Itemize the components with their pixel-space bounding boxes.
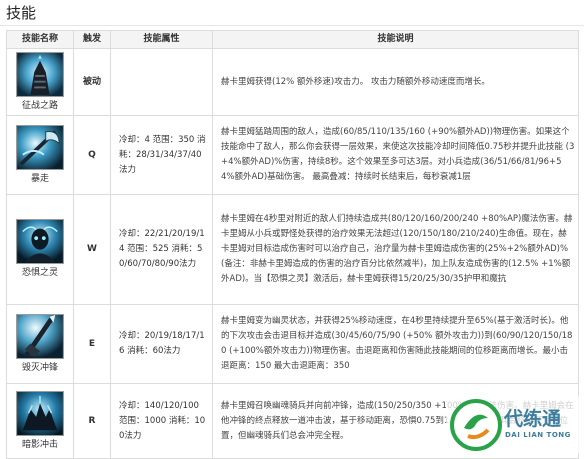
skill-attributes: 冷却：140/120/100 范围：1000 消耗：100法力 <box>110 383 213 459</box>
header-skill-name: 技能名称 <box>6 30 74 49</box>
table-row: 毁灭冲锋 E 冷却：20/19/18/17/16 消耗：60法力 赫卡里姆变为幽… <box>6 304 579 384</box>
header-trigger: 触发 <box>73 30 111 49</box>
header-attributes: 技能属性 <box>110 30 213 49</box>
table-row: 恐惧之灵 W 冷却：22/21/20/19/14 范围：525 消耗：50/60… <box>6 194 579 305</box>
skill-cell: 暗影冲击 <box>6 383 74 459</box>
section-title: 技能 <box>6 4 37 22</box>
skill-name: 暴走 <box>30 173 49 184</box>
skill-attributes: 冷却：22/21/20/19/14 范围：525 消耗：50/60/70/80/… <box>110 194 213 305</box>
skill-cell: 暴走 <box>6 115 74 195</box>
skill-description: 赫卡里姆在4秒里对附近的敌人们持续造成共(80/120/160/200/240 … <box>212 194 579 305</box>
title-divider <box>0 25 584 26</box>
skill-name: 征战之路 <box>21 100 58 111</box>
table-header-row: 技能名称 触发 技能属性 技能说明 <box>6 30 579 49</box>
skill-trigger: R <box>73 383 111 459</box>
table-row: 暴走 Q 冷却：4 范围：350 消耗：28/31/34/37/40法力 赫卡里… <box>6 115 579 195</box>
skill-cell: 征战之路 <box>6 48 74 116</box>
skill-trigger: 被动 <box>73 48 111 116</box>
skill-trigger: E <box>73 304 111 384</box>
lance-icon <box>16 313 64 359</box>
skill-name: 暗影冲击 <box>21 439 58 450</box>
halberd-icon <box>16 124 64 170</box>
table-row: 征战之路 被动 赫卡里姆获得(12% 额外移速)攻击力。 攻击力随额外移动速度而… <box>6 48 579 116</box>
skill-description: 赫卡里姆猛踏周围的敌人，造成(60/85/110/135/160 (+90%额外… <box>212 115 579 195</box>
spirit-icon <box>16 219 64 264</box>
riders-icon <box>16 390 64 436</box>
skill-trigger: Q <box>73 115 111 195</box>
skill-name: 恐惧之灵 <box>21 268 58 278</box>
skill-description: 赫卡里姆变为幽灵状态，并获得25%移动速度，在4秒里持续提升至65%(基于激活时… <box>212 304 579 384</box>
skill-cell: 恐惧之灵 <box>6 194 74 305</box>
skill-description: 赫卡里姆获得(12% 额外移速)攻击力。 攻击力随额外移动速度而增长。 <box>212 48 579 116</box>
skill-attributes: 冷却：4 范围：350 消耗：28/31/34/37/40法力 <box>110 115 213 195</box>
skill-name: 毁灭冲锋 <box>21 362 58 373</box>
watermark-subtext: DAI LIAN TONG <box>505 431 571 439</box>
skill-attributes <box>110 48 213 116</box>
skill-attributes: 冷却：20/19/18/17/16 消耗：60法力 <box>110 304 213 384</box>
header-description: 技能说明 <box>212 30 579 49</box>
skill-trigger: W <box>73 194 111 305</box>
watermark-text: 代练通 <box>504 408 562 430</box>
skill-cell: 毁灭冲锋 <box>6 304 74 384</box>
gauntlet-icon <box>16 51 64 97</box>
